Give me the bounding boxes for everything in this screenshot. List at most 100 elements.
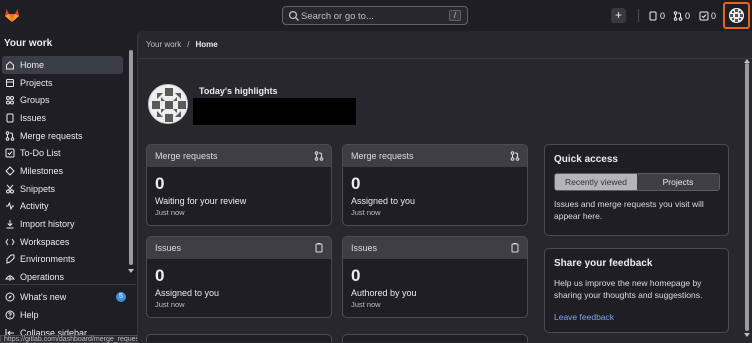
sidebar-item-label: Milestones [20, 165, 64, 176]
tab-recently-viewed[interactable]: Recently viewed [555, 174, 637, 190]
gitlab-logo-icon[interactable] [4, 7, 20, 23]
sidebar-item-label: Snippets [20, 183, 56, 194]
sidebar-item-label: Workspaces [20, 236, 70, 247]
card-title: Issues [351, 243, 378, 253]
card-updated: Just now [155, 300, 185, 309]
card-count: 0 [155, 266, 165, 285]
issues-icon [649, 11, 657, 21]
link-status-url: https://gitlab.com/dashboard/merge_reque… [0, 335, 149, 343]
sidebar-item-label: Operations [20, 272, 65, 283]
feedback-text: Help us improve the new homepage by shar… [554, 278, 703, 300]
tab-projects[interactable]: Projects [637, 174, 719, 190]
card-mr-review[interactable]: Merge requests 0 Waiting for your review… [146, 144, 332, 226]
search-shortcut-key: / [449, 10, 461, 21]
sidebar-item-merge-requests[interactable]: Merge requests [0, 127, 126, 145]
sidebar-item-workspaces[interactable]: Workspaces [0, 233, 126, 251]
card-title: Merge requests [351, 151, 414, 161]
sidebar-item-import-history[interactable]: Import history [0, 215, 126, 233]
operations-icon [5, 275, 15, 282]
project-icon [6, 78, 14, 87]
milestone-icon [5, 166, 15, 176]
sidebar-nav: Home Projects Groups Issues Merge requests To… [0, 56, 126, 286]
create-new-button[interactable]: + [611, 8, 626, 23]
sidebar-item-label: Import history [20, 219, 75, 230]
sidebar-item-label: Help [20, 310, 39, 320]
sidebar-item-label: To-Do List [20, 148, 61, 159]
feedback-title: Share your feedback [554, 258, 653, 269]
main-scrollbar[interactable] [744, 59, 750, 341]
card-title: Merge requests [155, 151, 218, 161]
sidebar-item-label: Activity [20, 201, 49, 212]
scroll-down-arrow-icon[interactable] [128, 269, 134, 273]
scroll-down-arrow-icon[interactable] [744, 333, 750, 337]
card-header: Merge requests [147, 145, 331, 167]
breadcrumb: Your work / Home [146, 40, 218, 49]
sidebar-item-to-do-list[interactable]: To-Do List [0, 144, 126, 162]
workspace-icon [5, 238, 15, 245]
environment-icon [6, 254, 15, 265]
card-header: Merge requests [343, 145, 527, 167]
card-updated: Just now [351, 300, 381, 309]
card-count: 0 [351, 266, 361, 285]
sidebar-item-label: Environments [20, 254, 76, 265]
activity-icon [6, 201, 14, 211]
issues-count-button[interactable]: 0 [648, 10, 665, 22]
merge-request-icon [510, 151, 520, 161]
top-bar: Search or go to... / + 0 0 0 [0, 0, 752, 31]
sidebar-item-label: Merge requests [20, 130, 83, 141]
user-menu-button[interactable] [723, 2, 750, 29]
sidebar-item-label: Home [20, 59, 45, 70]
sidebar-item-issues[interactable]: Issues [0, 109, 126, 127]
card-label: Authored by you [351, 288, 417, 298]
merge-request-icon [5, 130, 15, 141]
sidebar-title: Your work [4, 38, 53, 49]
main-scrollbar-thumb[interactable] [745, 63, 749, 331]
merge-request-icon [314, 151, 324, 161]
issues-count: 0 [660, 11, 666, 21]
sidebar-scrollbar[interactable] [128, 50, 134, 275]
sidebar-item-projects[interactable]: Projects [0, 74, 126, 92]
sidebar-item-milestones[interactable]: Milestones [0, 162, 126, 180]
sidebar-item-label: Groups [20, 95, 50, 106]
sidebar-item-label: Projects [20, 77, 53, 88]
search-input[interactable]: Search or go to... / [282, 6, 468, 25]
card-partial [342, 334, 528, 342]
sidebar-item-snippets[interactable]: Snippets [0, 180, 126, 198]
home-icon [6, 60, 14, 70]
merge-requests-count-button[interactable]: 0 [673, 10, 690, 22]
breadcrumb-separator: / [187, 40, 190, 49]
sidebar-item-home[interactable]: Home [2, 56, 123, 74]
leave-feedback-link[interactable]: Leave feedback [554, 312, 614, 322]
highlights-title: Today's highlights [199, 86, 278, 96]
sidebar-item-label: What's new [20, 292, 67, 302]
merge-requests-count: 0 [685, 11, 691, 21]
todos-count-button[interactable]: 0 [699, 10, 716, 22]
issues-icon [6, 113, 14, 123]
issues-icon [511, 243, 519, 253]
sidebar-scrollbar-thumb[interactable] [129, 50, 133, 265]
help-icon [5, 310, 15, 320]
card-issues-assigned[interactable]: Issues 0 Assigned to you Just now [146, 236, 332, 318]
sidebar-item-help[interactable]: Help [0, 306, 136, 324]
card-label: Waiting for your review [155, 196, 247, 206]
todos-count: 0 [711, 11, 717, 21]
card-updated: Just now [155, 208, 185, 217]
card-header: Issues [343, 237, 527, 259]
card-mr-assigned[interactable]: Merge requests 0 Assigned to you Just no… [342, 144, 528, 226]
quick-access-title: Quick access [554, 154, 618, 165]
search-placeholder: Search or go to... [301, 11, 374, 22]
breadcrumb-your-work[interactable]: Your work [146, 40, 181, 49]
todo-icon [5, 148, 15, 158]
card-issues-authored[interactable]: Issues 0 Authored by you Just now [342, 236, 528, 318]
issues-icon [315, 243, 323, 253]
search-icon [288, 10, 299, 21]
quick-access-empty-text: Issues and merge requests you visit will… [554, 199, 704, 221]
merge-request-icon [673, 11, 683, 21]
sidebar-item-groups[interactable]: Groups [0, 91, 126, 109]
sidebar-item-activity[interactable]: Activity [0, 198, 126, 216]
main-content: Your work / Home Today's highlights Merg… [137, 31, 752, 343]
card-header: Issues [147, 237, 331, 259]
todo-icon [699, 11, 709, 21]
sidebar-item-whats-new[interactable]: What's new 5 [0, 288, 136, 306]
sidebar-item-environments[interactable]: Environments [0, 251, 126, 269]
